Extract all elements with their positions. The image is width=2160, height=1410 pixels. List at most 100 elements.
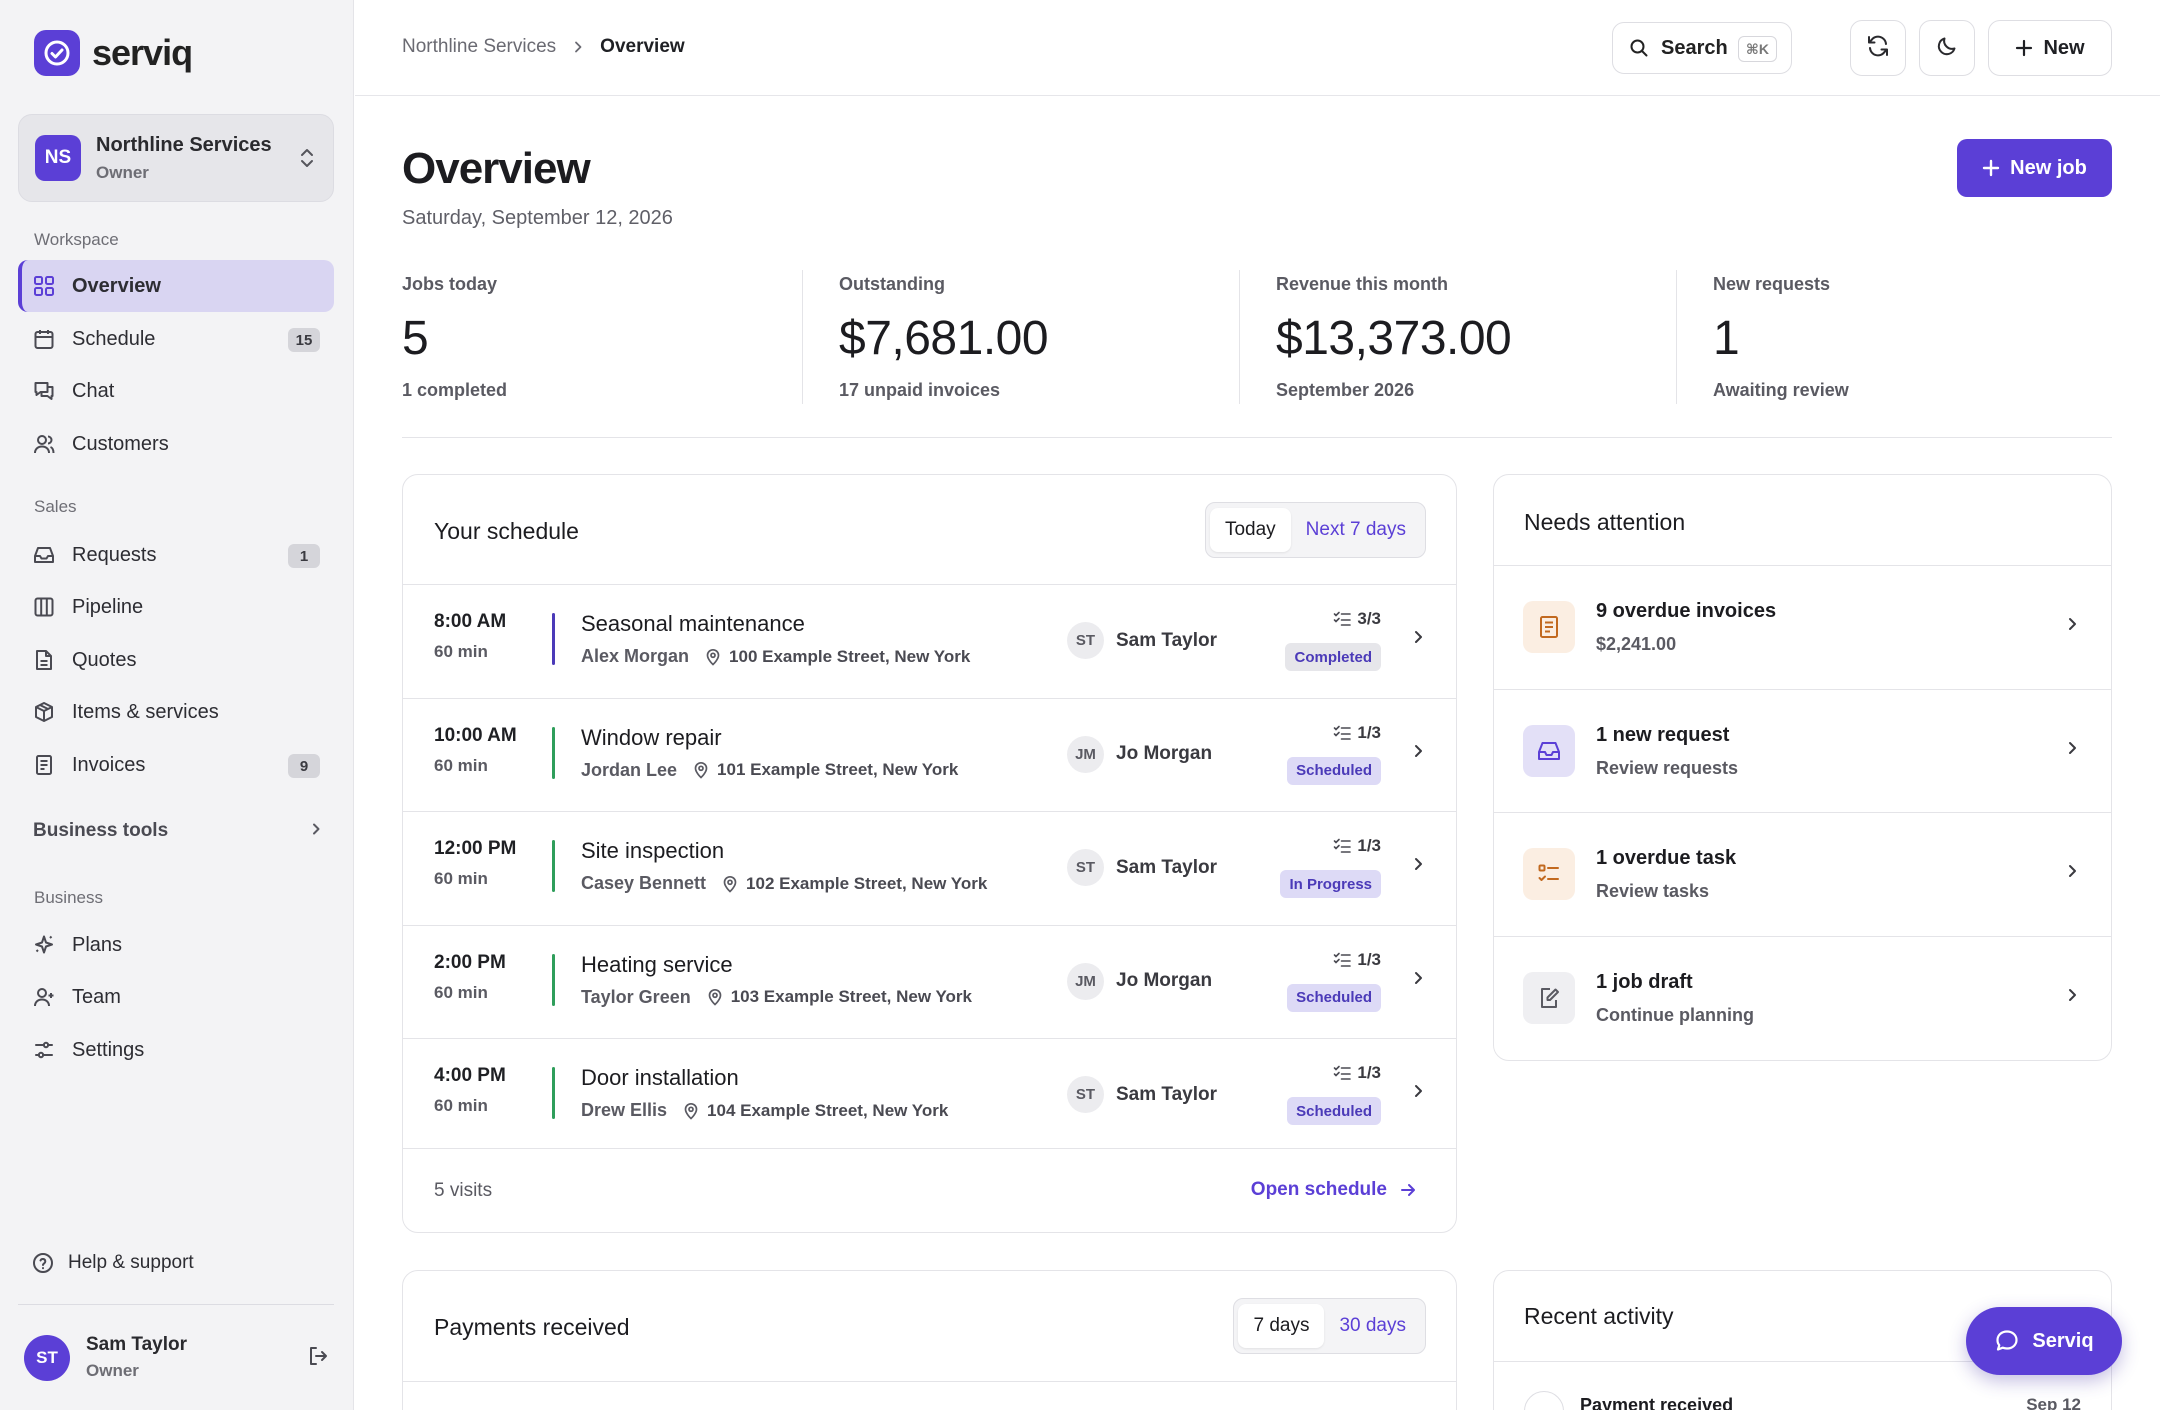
logout-icon[interactable] bbox=[306, 1344, 330, 1373]
refresh-button[interactable] bbox=[1850, 20, 1906, 76]
customer-name: Casey Bennett bbox=[581, 873, 707, 893]
tab-30-days[interactable]: 30 days bbox=[1324, 1304, 1421, 1348]
chevron-right-icon bbox=[1411, 970, 1425, 986]
theme-toggle-button[interactable] bbox=[1919, 20, 1975, 76]
sidebar-item-team[interactable]: Team bbox=[18, 971, 334, 1023]
chevron-right-icon bbox=[2065, 740, 2079, 756]
chevron-right-icon bbox=[1411, 856, 1425, 872]
status-color-bar bbox=[552, 1067, 555, 1119]
assignee: ST Sam Taylor bbox=[1067, 622, 1217, 659]
job-address: 100 Example Street, New York bbox=[729, 646, 971, 666]
attention-item[interactable]: 1 overdue task Review tasks bbox=[1494, 812, 2111, 935]
sidebar-item-chat[interactable]: Chat bbox=[18, 365, 334, 417]
org-name: Northline Services bbox=[96, 133, 272, 156]
status-color-bar bbox=[552, 613, 555, 665]
new-job-label: New job bbox=[2010, 156, 2087, 179]
status-badge: Scheduled bbox=[1287, 756, 1381, 785]
payments-divider bbox=[403, 1381, 1456, 1382]
user-name: Sam Taylor bbox=[86, 1334, 188, 1355]
sidebar-item-invoices[interactable]: Invoices 9 bbox=[18, 739, 334, 791]
sidebar-item-label: Invoices bbox=[72, 753, 146, 776]
tab-7-days[interactable]: 7 days bbox=[1238, 1304, 1325, 1348]
sidebar-item-overview[interactable]: Overview bbox=[18, 260, 334, 312]
job-meta: Drew Ellis 104 Example Street, New York bbox=[581, 1100, 948, 1121]
sidebar-item-items-services[interactable]: Items & services bbox=[18, 686, 334, 738]
schedule-card: Your schedule Today Next 7 days 8:00 AM 6… bbox=[402, 474, 1457, 1233]
visit-time: 2:00 PM bbox=[434, 951, 506, 973]
sidebar-item-plans[interactable]: Plans bbox=[18, 919, 334, 971]
map-pin-icon bbox=[705, 648, 721, 666]
sidebar-business-tools[interactable]: Business tools bbox=[33, 820, 323, 842]
visit-duration: 60 min bbox=[434, 755, 488, 775]
search-label: Search bbox=[1661, 36, 1728, 59]
new-button[interactable]: New bbox=[1988, 20, 2112, 76]
nav-section-workspace: Workspace bbox=[34, 230, 119, 249]
new-job-button[interactable]: New job bbox=[1957, 139, 2112, 197]
schedule-row[interactable]: 12:00 PM 60 min Site inspection Casey Benne… bbox=[403, 811, 1456, 924]
help-support-link[interactable]: Help & support bbox=[32, 1252, 194, 1274]
job-title: Window repair bbox=[581, 724, 722, 750]
stat-value: $7,681.00 bbox=[839, 312, 1049, 365]
attention-item[interactable]: 1 job draft Continue planning bbox=[1494, 935, 2111, 1059]
attention-item[interactable]: 9 overdue invoices $2,241.00 bbox=[1494, 565, 2111, 688]
status-badge: Scheduled bbox=[1287, 1097, 1381, 1125]
sliders-icon bbox=[32, 1038, 56, 1062]
customer-name: Jordan Lee bbox=[581, 759, 678, 780]
attention-title: 1 new request bbox=[1596, 723, 1730, 746]
visit-time: 10:00 AM bbox=[434, 724, 517, 746]
status-badge: Scheduled bbox=[1287, 983, 1381, 1012]
sidebar: serviq NS Northline Services Owner Works… bbox=[0, 0, 354, 1410]
sidebar-item-label: Pipeline bbox=[72, 595, 144, 618]
brand-logo[interactable]: serviq bbox=[34, 30, 193, 76]
search-icon bbox=[1629, 38, 1649, 58]
activity-check-icon bbox=[1524, 1391, 1564, 1410]
status-badge: In Progress bbox=[1280, 870, 1381, 898]
sidebar-item-pipeline[interactable]: Pipeline bbox=[18, 581, 334, 633]
chevron-right-icon bbox=[1411, 1083, 1425, 1099]
attention-sub: Review tasks bbox=[1596, 881, 1710, 901]
job-meta: Casey Bennett 102 Example Street, New Yor… bbox=[581, 873, 987, 894]
attention-title: 1 job draft bbox=[1596, 970, 1693, 993]
stat-jobs-today: Jobs today 5 1 completed bbox=[402, 270, 822, 404]
schedule-row[interactable]: 8:00 AM 60 min Seasonal maintenance Alex Mo… bbox=[403, 584, 1456, 697]
assignee: JM Jo Morgan bbox=[1067, 735, 1212, 773]
page-date: Saturday, September 12, 2026 bbox=[402, 207, 673, 229]
sidebar-item-schedule[interactable]: Schedule 15 bbox=[18, 313, 334, 365]
serviq-chat-button[interactable]: Serviq bbox=[1966, 1307, 2122, 1375]
schedule-row[interactable]: 2:00 PM 60 min Heating service Taylor Green… bbox=[403, 924, 1456, 1038]
assignee-name: Sam Taylor bbox=[1116, 1083, 1218, 1105]
sidebar-item-settings[interactable]: Settings bbox=[18, 1024, 334, 1076]
arrow-right-icon bbox=[1399, 1181, 1417, 1199]
assignee: ST Sam Taylor bbox=[1067, 1076, 1217, 1113]
tab-today[interactable]: Today bbox=[1209, 508, 1291, 552]
chevron-right-icon bbox=[309, 820, 323, 842]
schedule-row[interactable]: 10:00 AM 60 min Window repair Jordan Lee 101… bbox=[403, 697, 1456, 811]
stat-value: 1 bbox=[1713, 312, 1740, 365]
assignee-avatar: ST bbox=[1067, 1076, 1104, 1113]
org-switcher[interactable]: NS Northline Services Owner bbox=[18, 114, 334, 202]
attention-title: 9 overdue invoices bbox=[1596, 600, 1777, 622]
sidebar-item-label: Schedule bbox=[72, 327, 156, 350]
sidebar-item-customers[interactable]: Customers bbox=[18, 418, 334, 470]
sidebar-divider bbox=[18, 1304, 334, 1305]
help-circle-icon bbox=[32, 1252, 54, 1274]
activity-item-title: Payment received bbox=[1580, 1395, 1734, 1410]
schedule-row[interactable]: 4:00 PM 60 min Door installation Drew Ellis… bbox=[403, 1038, 1456, 1151]
open-schedule-link[interactable]: Open schedule bbox=[1251, 1179, 1417, 1201]
attention-item[interactable]: 1 new request Review requests bbox=[1494, 688, 2111, 812]
map-pin-icon bbox=[707, 988, 723, 1006]
document-icon bbox=[32, 648, 56, 672]
breadcrumb-org[interactable]: Northline Services bbox=[402, 36, 556, 58]
search-button[interactable]: Search ⌘K bbox=[1612, 22, 1792, 74]
task-count: 1/3 bbox=[1357, 836, 1381, 855]
sidebar-item-requests[interactable]: Requests 1 bbox=[18, 529, 334, 581]
schedule-title: Your schedule bbox=[434, 518, 579, 544]
sidebar-item-quotes[interactable]: Quotes bbox=[18, 634, 334, 686]
tab-next-7-days[interactable]: Next 7 days bbox=[1291, 508, 1421, 552]
map-pin-icon bbox=[693, 761, 709, 779]
plus-icon bbox=[2015, 39, 2033, 57]
payments-card: Payments received 7 days 30 days bbox=[402, 1270, 1457, 1410]
job-address: 103 Example Street, New York bbox=[730, 987, 972, 1006]
needs-attention-card: Needs attention 9 overdue invoices $2,241… bbox=[1493, 474, 2112, 1061]
visit-time: 4:00 PM bbox=[434, 1065, 506, 1086]
